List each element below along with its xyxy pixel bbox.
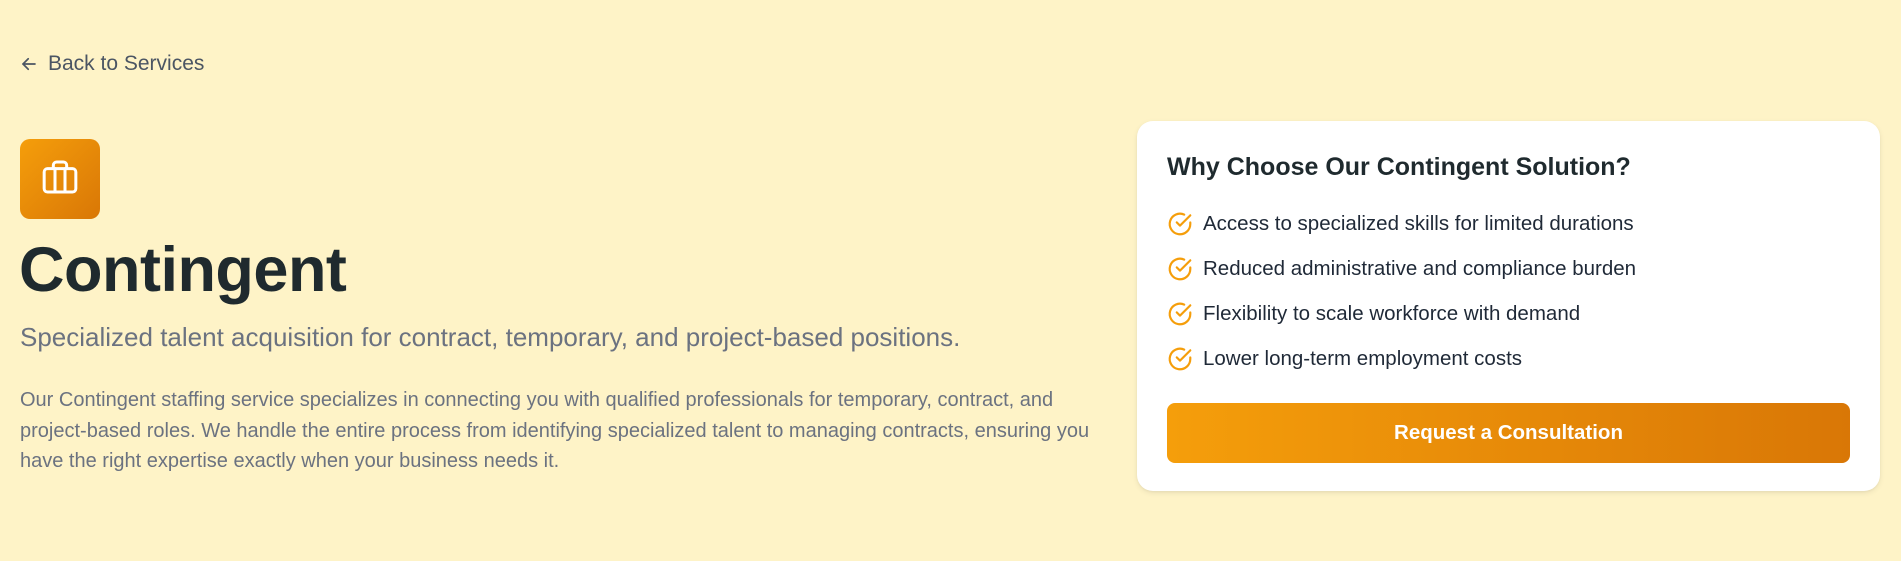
check-circle-icon xyxy=(1167,211,1193,237)
benefit-label: Access to specialized skills for limited… xyxy=(1203,211,1634,235)
benefit-label: Flexibility to scale workforce with dema… xyxy=(1203,301,1581,325)
back-to-services-link[interactable]: Back to Services xyxy=(20,52,204,76)
service-icon-tile xyxy=(20,139,100,219)
benefit-item: Reduced administrative and compliance bu… xyxy=(1167,246,1850,291)
briefcase-icon xyxy=(40,157,80,202)
arrow-left-icon xyxy=(20,55,38,73)
request-consultation-button[interactable]: Request a Consultation xyxy=(1167,403,1850,463)
check-circle-icon xyxy=(1167,256,1193,282)
page-subtitle: Specialized talent acquisition for contr… xyxy=(20,322,961,352)
benefit-item: Flexibility to scale workforce with dema… xyxy=(1167,291,1850,336)
benefit-item: Lower long-term employment costs xyxy=(1167,336,1850,381)
why-choose-card: Why Choose Our Contingent Solution? Acce… xyxy=(1137,121,1880,491)
page-title: Contingent xyxy=(19,235,347,305)
back-link-label: Back to Services xyxy=(48,52,205,75)
benefit-label: Reduced administrative and compliance bu… xyxy=(1203,256,1637,280)
benefit-label: Lower long-term employment costs xyxy=(1203,346,1523,370)
check-circle-icon xyxy=(1167,346,1193,372)
benefit-item: Access to specialized skills for limited… xyxy=(1167,201,1850,246)
check-circle-icon xyxy=(1167,301,1193,327)
benefits-list: Access to specialized skills for limited… xyxy=(1167,201,1850,381)
card-title: Why Choose Our Contingent Solution? xyxy=(1167,153,1631,181)
service-description: Our Contingent staffing service speciali… xyxy=(20,389,1090,472)
